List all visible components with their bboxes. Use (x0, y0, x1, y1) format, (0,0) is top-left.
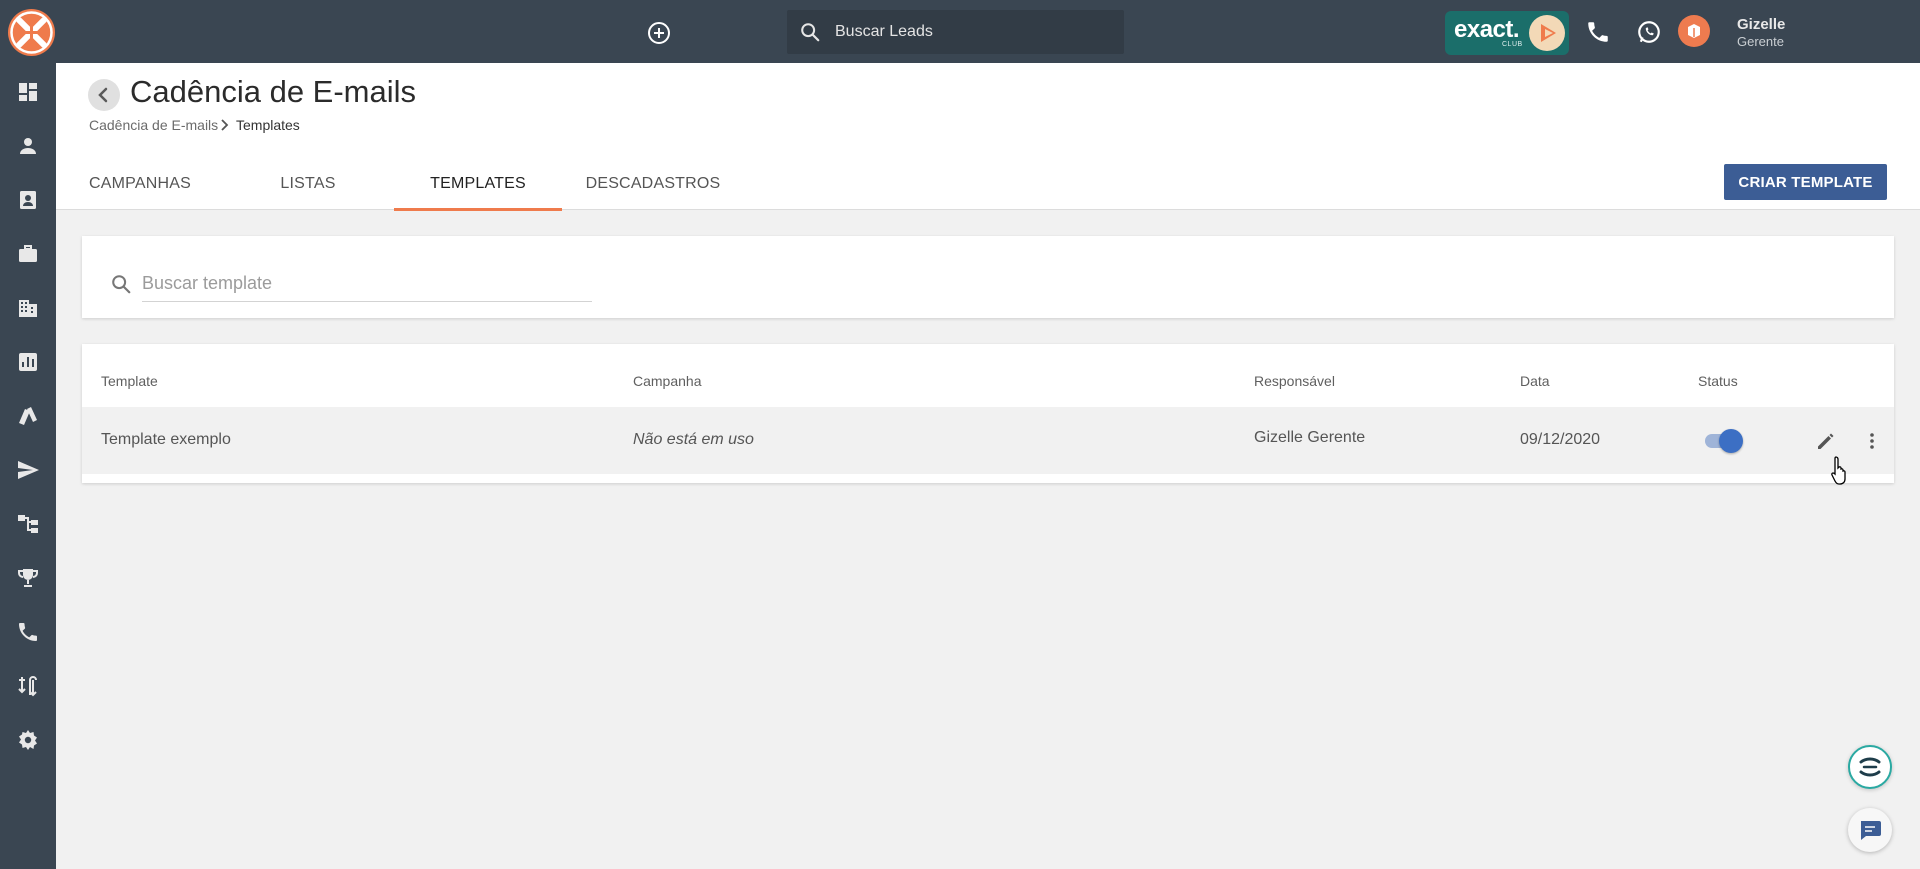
column-header-data[interactable]: Data (1520, 373, 1550, 389)
cell-data: 09/12/2020 (1520, 431, 1601, 448)
page-header: Cadência de E-mails Cadência de E-mails … (56, 63, 1920, 211)
send-icon[interactable] (16, 458, 40, 482)
status-toggle[interactable] (1703, 428, 1743, 453)
search-icon (110, 273, 132, 300)
user-name[interactable]: Gizelle (1737, 16, 1785, 33)
exact-club-play-icon (1529, 15, 1565, 51)
person-icon[interactable] (16, 134, 40, 158)
tab-templates-label: TEMPLATES (430, 175, 526, 192)
building-icon[interactable] (16, 296, 40, 320)
message-icon[interactable] (1848, 808, 1892, 852)
breadcrumb-parent[interactable]: Cadência de E-mails (89, 117, 218, 133)
more-vert-icon[interactable] (1860, 429, 1884, 453)
active-tab-indicator (394, 208, 562, 211)
column-header-status[interactable]: Status (1698, 373, 1738, 389)
chat-widget-button[interactable] (1848, 745, 1892, 789)
contact-card-icon[interactable] (16, 188, 40, 212)
cards-icon[interactable] (16, 404, 40, 428)
page-title: Cadência de E-mails (130, 74, 417, 109)
phone-icon[interactable] (1585, 19, 1611, 45)
tab-listas[interactable]: LISTAS (224, 169, 392, 211)
phone-icon[interactable] (16, 620, 40, 644)
lead-search-box[interactable] (787, 10, 1124, 54)
whatsapp-icon[interactable] (1636, 19, 1662, 45)
template-search-card (82, 236, 1894, 318)
app-logo[interactable] (8, 9, 55, 56)
tab-templates[interactable]: TEMPLATES (394, 169, 562, 211)
report-chart-icon[interactable] (16, 350, 40, 374)
chevron-right-icon (217, 118, 231, 137)
add-circle-icon[interactable] (647, 21, 671, 45)
exact-club-sub: CLUB (1502, 41, 1523, 48)
cell-template: Template exemplo (101, 431, 231, 448)
templates-table: Template Campanha Responsável Data Statu… (82, 344, 1894, 483)
user-role[interactable]: Gerente (1737, 34, 1784, 49)
table-row[interactable]: Template exemplo Não está em uso Gizelle… (82, 407, 1894, 474)
back-button[interactable] (88, 79, 120, 111)
template-search-input[interactable] (142, 266, 592, 302)
settings-icon[interactable] (16, 728, 40, 752)
hand-cursor-icon (1830, 455, 1852, 490)
breadcrumb-current: Templates (236, 117, 300, 133)
trophy-icon[interactable] (16, 566, 40, 590)
exact-club-brand: exact. (1454, 16, 1520, 43)
search-icon (799, 21, 821, 48)
hierarchy-icon[interactable] (16, 512, 40, 536)
briefcase-icon[interactable] (16, 242, 40, 266)
tab-descadastros[interactable]: DESCADASTROS (562, 169, 744, 211)
tab-descadastros-label: DESCADASTROS (585, 175, 721, 192)
education-icon[interactable] (1678, 15, 1710, 47)
cell-responsavel: Gizelle Gerente (1254, 429, 1366, 446)
dashboard-icon[interactable] (16, 80, 40, 104)
column-header-campanha[interactable]: Campanha (633, 373, 702, 389)
sidebar (0, 63, 56, 869)
top-bar: exact. CLUB Gizelle Gerente (0, 0, 1920, 63)
column-header-responsavel[interactable]: Responsável (1254, 373, 1335, 389)
tab-campanhas-label: CAMPANHAS (89, 175, 191, 192)
tab-campanhas[interactable]: CAMPANHAS (56, 169, 224, 211)
edit-icon[interactable] (1814, 429, 1838, 453)
create-template-button[interactable]: CRIAR TEMPLATE (1724, 164, 1887, 200)
exact-club-badge[interactable]: exact. CLUB (1445, 11, 1569, 55)
toggle-knob (1719, 429, 1743, 453)
cell-campanha: Não está em uso (633, 431, 754, 448)
tab-listas-label: LISTAS (280, 175, 336, 192)
column-header-template[interactable]: Template (101, 373, 158, 389)
lead-search-input[interactable] (835, 10, 1115, 54)
transfer-icon[interactable] (16, 674, 40, 698)
